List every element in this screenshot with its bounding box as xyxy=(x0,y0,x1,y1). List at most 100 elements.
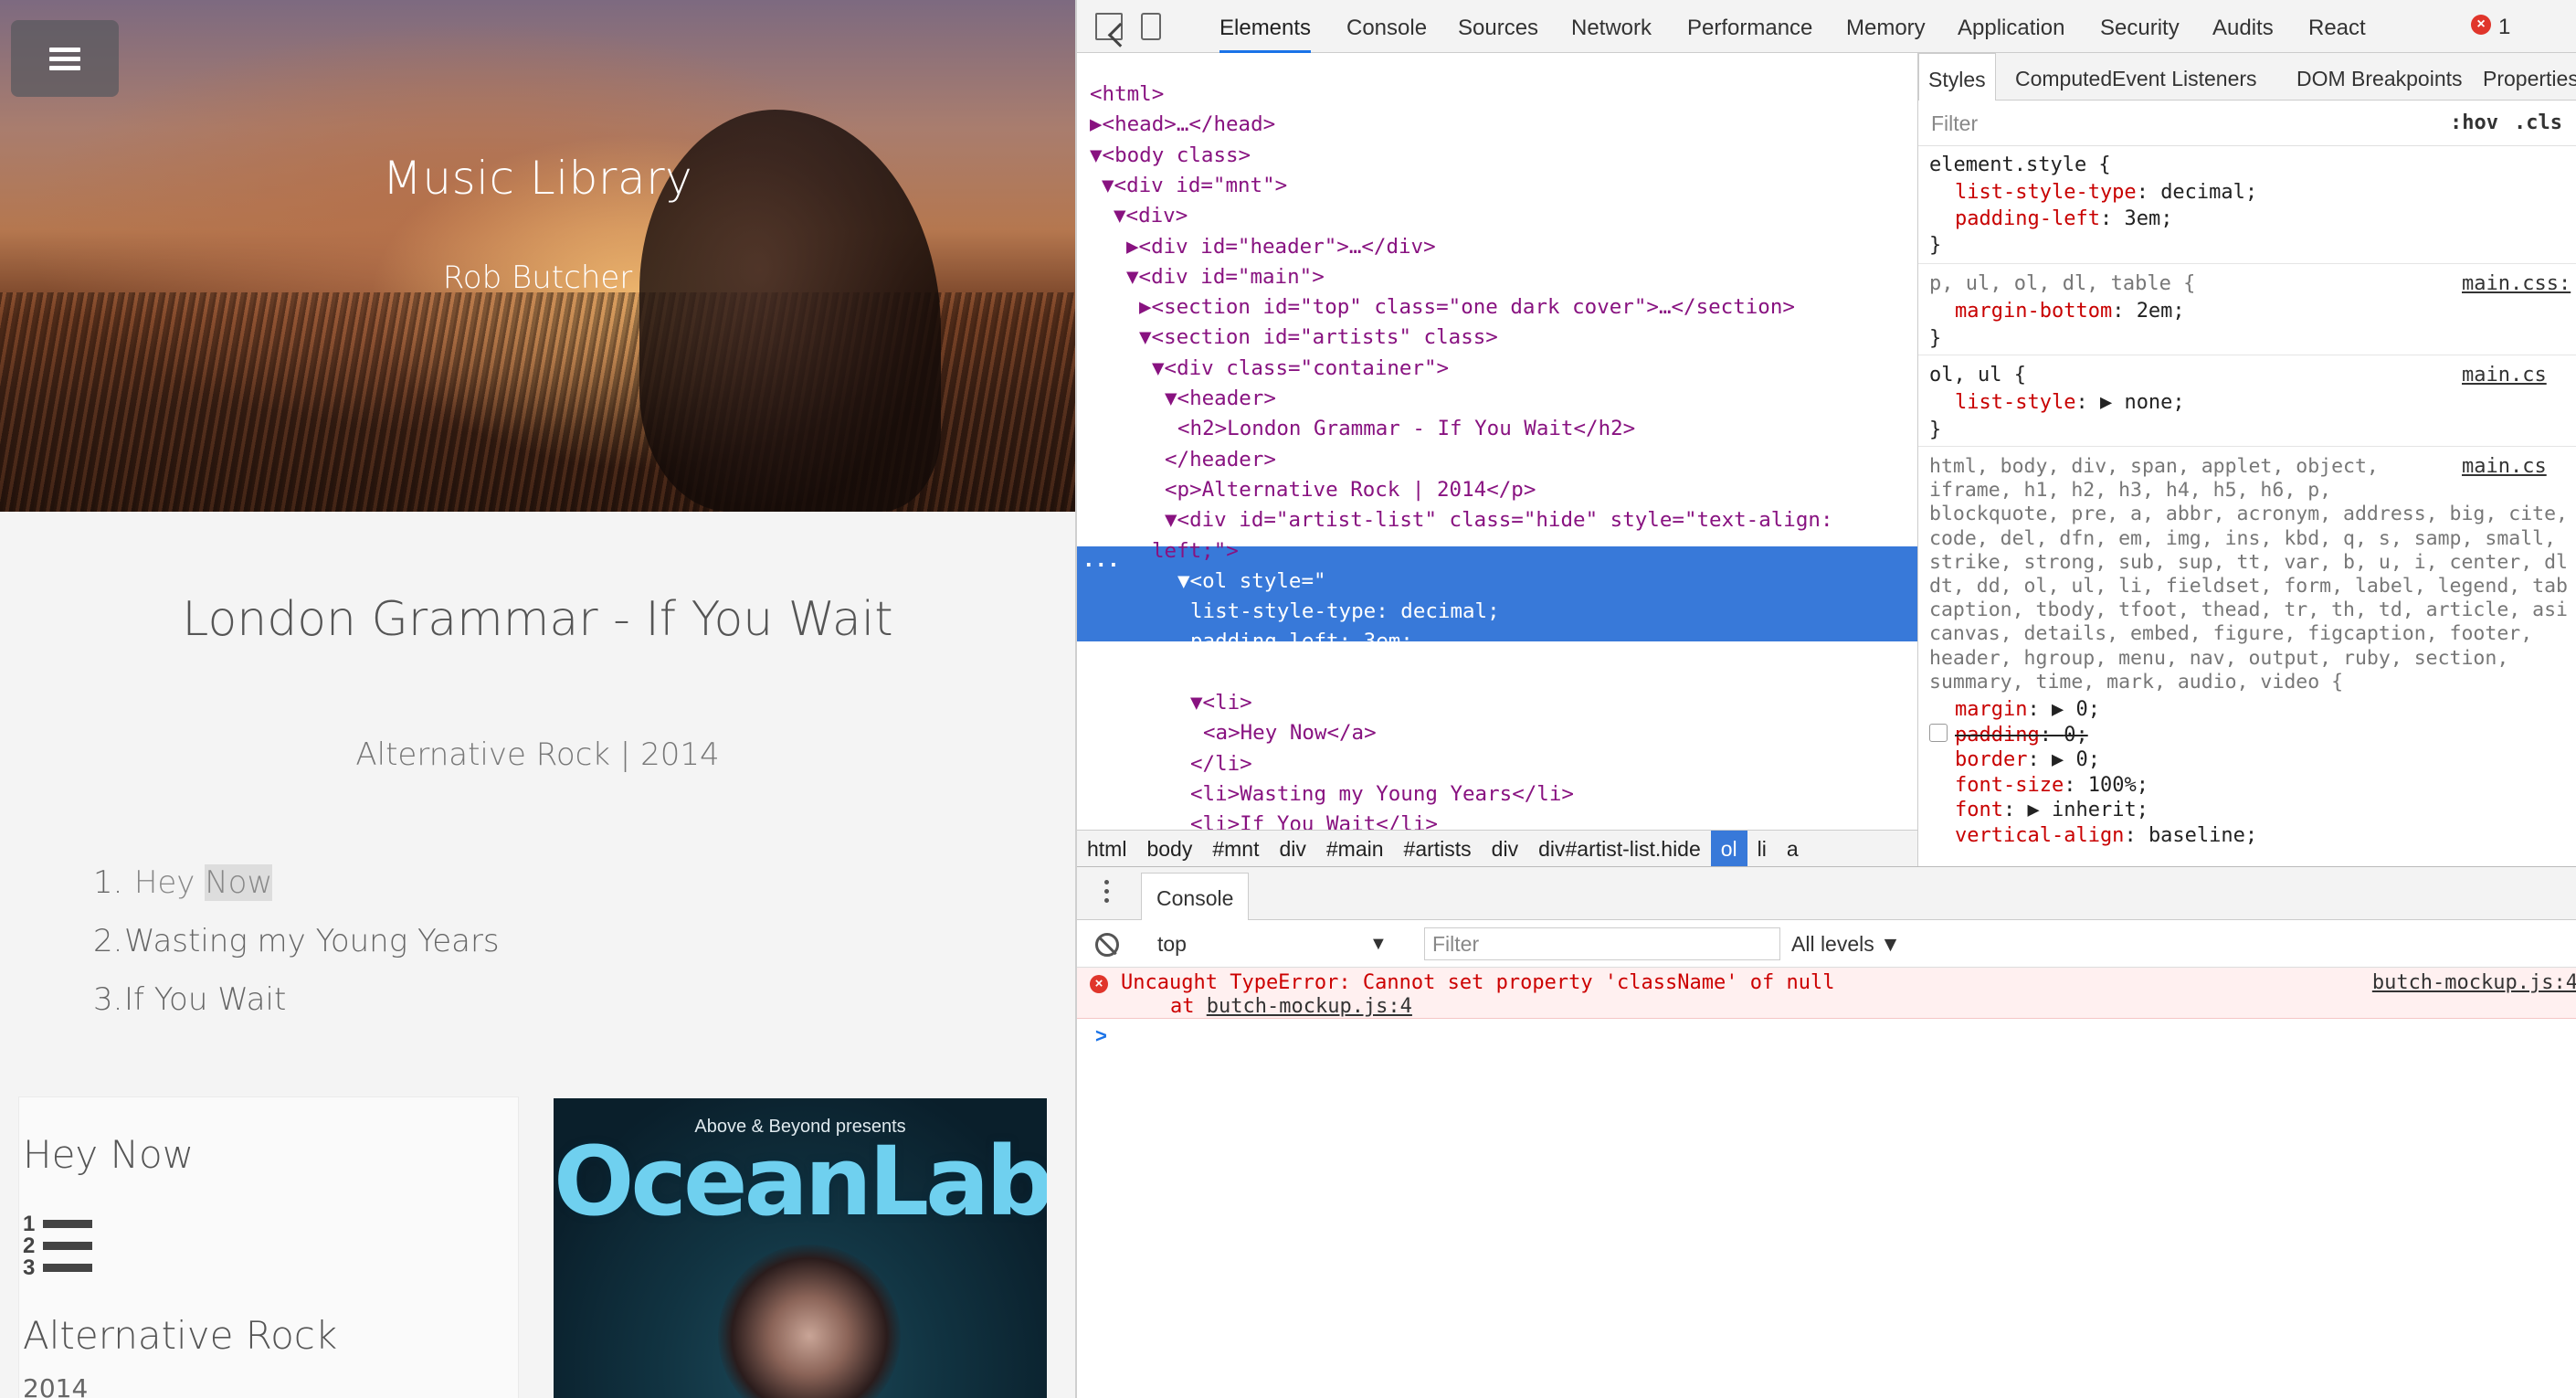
dom-node-line[interactable]: <li>Wasting my Young Years</li> xyxy=(1190,780,1574,808)
breadcrumb-item[interactable]: div#artist-list.hide xyxy=(1528,831,1711,867)
dom-node-line[interactable]: </li> xyxy=(1190,750,1252,778)
dom-node-line[interactable]: <li>If You Wait</li> xyxy=(1190,810,1438,830)
css-source-link[interactable]: main.css: xyxy=(2462,272,2571,295)
breadcrumb-item-active[interactable]: ol xyxy=(1710,831,1747,867)
css-property-value[interactable]: baseline; xyxy=(2148,824,2257,847)
context-select[interactable]: top xyxy=(1157,927,1431,960)
css-property[interactable]: padding-left: 3em; xyxy=(1955,207,2172,231)
dom-node-line[interactable]: ▼<div class="container"> xyxy=(1152,355,1449,382)
dom-node-line[interactable]: ▶<head>…</head> xyxy=(1090,111,1275,138)
tab-properties[interactable]: Properties xyxy=(2483,53,2576,101)
dom-node-line[interactable]: "> == $0 xyxy=(1165,659,1263,686)
error-source-link[interactable]: butch-mockup.js:4 xyxy=(2372,971,2576,994)
dom-node-line[interactable]: ▶<section id="top" class="one dark cover… xyxy=(1139,293,1795,321)
tab-security[interactable]: Security xyxy=(2100,0,2180,53)
styles-filter-input[interactable]: Filter xyxy=(1931,111,1978,136)
dom-node-line[interactable]: ▼<div id="main"> xyxy=(1126,263,1325,291)
tab-react[interactable]: React xyxy=(2308,0,2366,53)
tab-elements[interactable]: Elements xyxy=(1219,0,1312,53)
breadcrumb-item[interactable]: #artists xyxy=(1394,831,1482,867)
dom-node-line[interactable]: ▼<section id="artists" class> xyxy=(1139,323,1498,351)
css-property-name[interactable]: font xyxy=(1955,799,2003,821)
breadcrumb-item[interactable]: li xyxy=(1747,831,1777,867)
tab-dom-breakpoints[interactable]: DOM Breakpoints xyxy=(2296,53,2463,101)
node-actions-icon[interactable]: ... xyxy=(1082,548,1120,572)
tab-drawer-console[interactable]: Console xyxy=(1141,873,1250,920)
tab-console[interactable]: Console xyxy=(1346,0,1427,53)
css-property-name[interactable]: font-size xyxy=(1955,774,2064,797)
css-property[interactable]: padding: 0; xyxy=(1955,724,2088,747)
css-property[interactable]: vertical-align: baseline; xyxy=(1955,824,2257,848)
css-property[interactable]: border: ▶ 0; xyxy=(1955,748,2100,772)
tab-performance[interactable]: Performance xyxy=(1687,0,1812,53)
css-property-name[interactable]: margin xyxy=(1955,698,2027,721)
cls-toggle[interactable]: .cls xyxy=(2514,111,2562,134)
dom-node-line[interactable]: ▼<header> xyxy=(1165,385,1276,412)
tab-network[interactable]: Network xyxy=(1571,0,1652,53)
tab-audits[interactable]: Audits xyxy=(2212,0,2274,53)
device-toolbar-icon[interactable] xyxy=(1141,13,1161,40)
dom-node-line[interactable]: <p>Alternative Rock | 2014</p> xyxy=(1165,476,1536,503)
dom-node-line[interactable]: ▼<li> xyxy=(1190,689,1252,716)
dom-node-line[interactable]: ▶<div id="header">…</div> xyxy=(1126,233,1436,260)
dom-node-line[interactable]: padding-left: 3em; xyxy=(1190,628,1413,655)
log-levels-select[interactable]: All levels ▼ xyxy=(1791,927,1901,960)
css-property-value[interactable]: ▶ inherit; xyxy=(2027,799,2148,821)
more-options-icon[interactable] xyxy=(1104,880,1110,907)
css-property-name[interactable]: list-style-type xyxy=(1955,181,2137,204)
css-property-value[interactable]: 2em; xyxy=(2137,300,2185,323)
dom-node-line[interactable]: </header> xyxy=(1165,446,1276,473)
chevron-down-icon[interactable]: ▼ xyxy=(1369,927,1388,960)
hamburger-menu-button[interactable] xyxy=(11,20,119,97)
css-property-value[interactable]: decimal; xyxy=(2160,181,2257,204)
dom-node-line[interactable]: <h2>London Grammar - If You Wait</h2> xyxy=(1177,415,1635,442)
css-property-name[interactable]: padding xyxy=(1955,724,2040,747)
dom-node-line[interactable]: ▼<div> xyxy=(1114,202,1188,229)
tab-computed[interactable]: Computed xyxy=(2015,53,2112,101)
css-property[interactable]: font: ▶ inherit; xyxy=(1955,799,2148,822)
clear-console-icon[interactable] xyxy=(1095,933,1119,957)
breadcrumb-item[interactable]: html xyxy=(1077,831,1136,867)
css-property[interactable]: list-style-type: decimal; xyxy=(1955,181,2257,205)
error-count[interactable]: 1 xyxy=(2498,15,2510,40)
track-card[interactable]: Hey Now 1 2 3 Alternative Rock 2014 xyxy=(18,1096,519,1398)
css-property-name[interactable]: margin-bottom xyxy=(1955,300,2112,323)
css-property[interactable]: margin: ▶ 0; xyxy=(1955,698,2100,722)
css-property-name[interactable]: list-style xyxy=(1955,391,2075,414)
tab-sources[interactable]: Sources xyxy=(1458,0,1538,53)
css-source-link[interactable]: main.cs xyxy=(2462,455,2547,478)
console-prompt[interactable]: > xyxy=(1095,1024,1107,1048)
css-property-value[interactable]: 100%; xyxy=(2088,774,2148,797)
tab-memory[interactable]: Memory xyxy=(1846,0,1926,53)
error-stack-link[interactable]: butch-mockup.js:4 xyxy=(1207,995,1412,1018)
css-property[interactable]: margin-bottom: 2em; xyxy=(1955,300,2185,323)
tab-styles[interactable]: Styles xyxy=(1918,53,1996,101)
property-checkbox[interactable] xyxy=(1929,724,1948,742)
breadcrumb-item[interactable]: body xyxy=(1136,831,1202,867)
css-source-link[interactable]: main.cs xyxy=(2462,364,2547,387)
css-property-value[interactable]: ▶ 0; xyxy=(2052,748,2100,771)
dom-node-line[interactable]: ▼<div id="artist-list" class="hide" styl… xyxy=(1165,506,1833,534)
css-property-value[interactable]: 3em; xyxy=(2124,207,2172,230)
dom-tree[interactable]: ... <html> ▶<head>…</head> ▼<body class> ▼<… xyxy=(1077,55,1917,830)
css-property-name[interactable]: padding-left xyxy=(1955,207,2100,230)
dom-node-line[interactable]: ▼<body class> xyxy=(1090,142,1251,169)
tab-event-listeners[interactable]: Event Listeners xyxy=(2112,53,2257,101)
tab-application[interactable]: Application xyxy=(1958,0,2064,53)
dom-node-line[interactable]: <a>Hey Now</a> xyxy=(1203,719,1377,747)
console-filter-input[interactable]: Filter xyxy=(1424,927,1780,960)
css-property-name[interactable]: border xyxy=(1955,748,2027,771)
breadcrumb-item[interactable]: div xyxy=(1482,831,1528,867)
css-property[interactable]: font-size: 100%; xyxy=(1955,774,2148,798)
breadcrumb-item[interactable]: #main xyxy=(1316,831,1394,867)
css-property-name[interactable]: vertical-align xyxy=(1955,824,2124,847)
breadcrumb-item[interactable]: div xyxy=(1269,831,1315,867)
dom-node-line[interactable]: ▼<ol style=" xyxy=(1177,567,1326,595)
hov-toggle[interactable]: :hov xyxy=(2450,111,2498,134)
dom-node-line[interactable]: <html> xyxy=(1090,80,1164,108)
css-property-value[interactable]: 0; xyxy=(2064,724,2088,747)
css-property-value[interactable]: ▶ none; xyxy=(2100,391,2185,414)
inspect-element-icon[interactable] xyxy=(1095,13,1123,40)
css-property[interactable]: list-style: ▶ none; xyxy=(1955,391,2185,415)
dom-node-line[interactable]: list-style-type: decimal; xyxy=(1190,598,1500,625)
